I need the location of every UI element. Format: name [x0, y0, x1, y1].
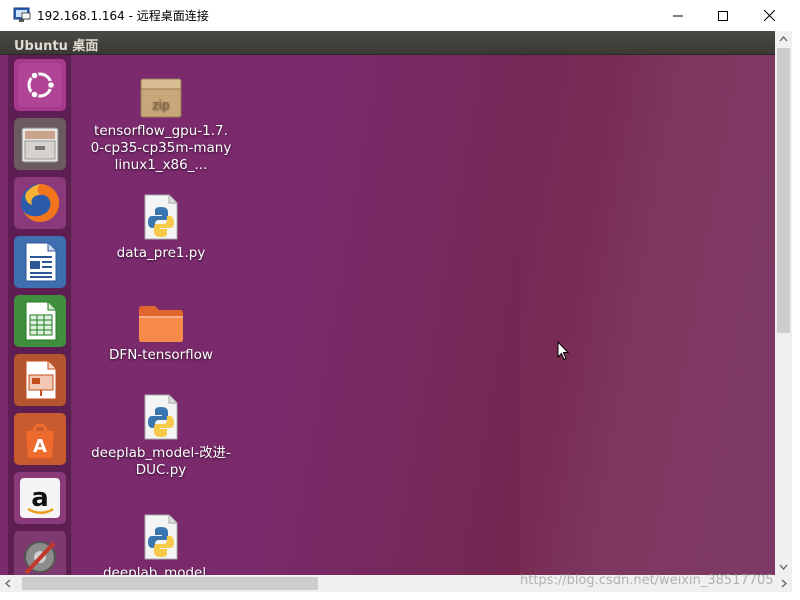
launcher-item-system-settings[interactable]	[14, 531, 66, 575]
file-cabinet-icon	[21, 127, 59, 163]
watermark: https://blog.csdn.net/weixin_38517705	[520, 573, 774, 588]
zip-archive-icon: zip	[140, 78, 182, 118]
svg-text:A: A	[33, 436, 47, 457]
launcher-item-ubuntu-software[interactable]: A	[14, 413, 66, 465]
impress-presentation-icon	[25, 360, 57, 400]
desktop-item-tensorflow-zip[interactable]: zip tensorflow_gpu-1.7.0-cp35-cp35m-many…	[86, 69, 236, 174]
window-title: 192.168.1.164 - 远程桌面连接	[37, 9, 209, 23]
desktop-item-deeplab-model-duc[interactable]: deeplab_model-改进-DUC.py	[86, 391, 236, 479]
calc-spreadsheet-icon	[25, 301, 57, 341]
window-titlebar[interactable]: 192.168.1.164 - 远程桌面连接	[0, 0, 800, 31]
maximize-button[interactable]	[699, 0, 747, 31]
desktop-item-label: tensorflow_gpu-1.7.0-cp35-cp35m-manylinu…	[90, 123, 232, 173]
amazon-icon: a	[20, 478, 60, 518]
desktop-item-label: data_pre1.py	[116, 245, 206, 261]
desktop-item-dfn-tensorflow[interactable]: DFN-tensorflow	[86, 293, 236, 364]
python-file-icon	[144, 194, 178, 240]
settings-tools-icon	[24, 541, 56, 575]
writer-document-icon	[25, 242, 57, 282]
vertical-scroll-thumb[interactable]	[777, 48, 790, 333]
software-bag-icon: A	[26, 423, 54, 458]
desktop-item-label: DFN-tensorflow	[109, 347, 213, 363]
scroll-left-arrow-icon[interactable]	[0, 575, 17, 592]
panel-title: Ubuntu 桌面	[14, 39, 99, 54]
ubuntu-top-panel: Ubuntu 桌面	[0, 31, 775, 55]
launcher: A a	[8, 55, 72, 575]
minimize-button[interactable]	[654, 0, 702, 31]
window-frame-bottom	[0, 592, 800, 600]
folder-icon	[139, 306, 183, 342]
ubuntu-logo-icon	[18, 63, 62, 107]
horizontal-scroll-thumb[interactable]	[22, 577, 318, 590]
launcher-item-firefox[interactable]	[14, 177, 66, 229]
desktop-item-deeplab-model[interactable]: deeplab_model...	[86, 511, 236, 575]
desktop-item-label: deeplab_model-改进-DUC.py	[91, 445, 231, 478]
scroll-up-arrow-icon[interactable]	[775, 31, 792, 48]
vertical-scrollbar[interactable]	[775, 31, 792, 575]
scroll-down-arrow-icon[interactable]	[775, 558, 792, 575]
launcher-item-libreoffice-writer[interactable]	[14, 236, 66, 288]
svg-text:a: a	[31, 483, 49, 513]
launcher-item-amazon[interactable]: a	[14, 472, 66, 524]
python-file-icon	[144, 394, 178, 440]
python-file-icon	[144, 514, 178, 560]
scroll-right-arrow-icon[interactable]	[775, 575, 792, 592]
launcher-item-ubuntu-dash[interactable]	[14, 59, 66, 111]
mouse-cursor-icon	[557, 340, 570, 365]
launcher-item-files[interactable]	[14, 118, 66, 170]
firefox-icon	[21, 183, 60, 222]
launcher-item-libreoffice-impress[interactable]	[14, 354, 66, 406]
maximize-icon	[718, 10, 728, 21]
desktop-item-label: deeplab_model...	[102, 565, 219, 575]
minimize-icon	[673, 15, 683, 16]
remote-desktop-icon	[13, 7, 31, 23]
launcher-item-libreoffice-calc[interactable]	[14, 295, 66, 347]
svg-text:zip: zip	[152, 98, 169, 112]
close-icon	[763, 10, 775, 21]
close-button[interactable]	[745, 0, 793, 31]
window-frame-right	[792, 31, 800, 600]
desktop-item-data-pre1[interactable]: data_pre1.py	[86, 191, 236, 262]
ubuntu-desktop[interactable]: A a zip tensorflow_gpu-1.7.0-cp35-cp35m-…	[0, 55, 775, 575]
